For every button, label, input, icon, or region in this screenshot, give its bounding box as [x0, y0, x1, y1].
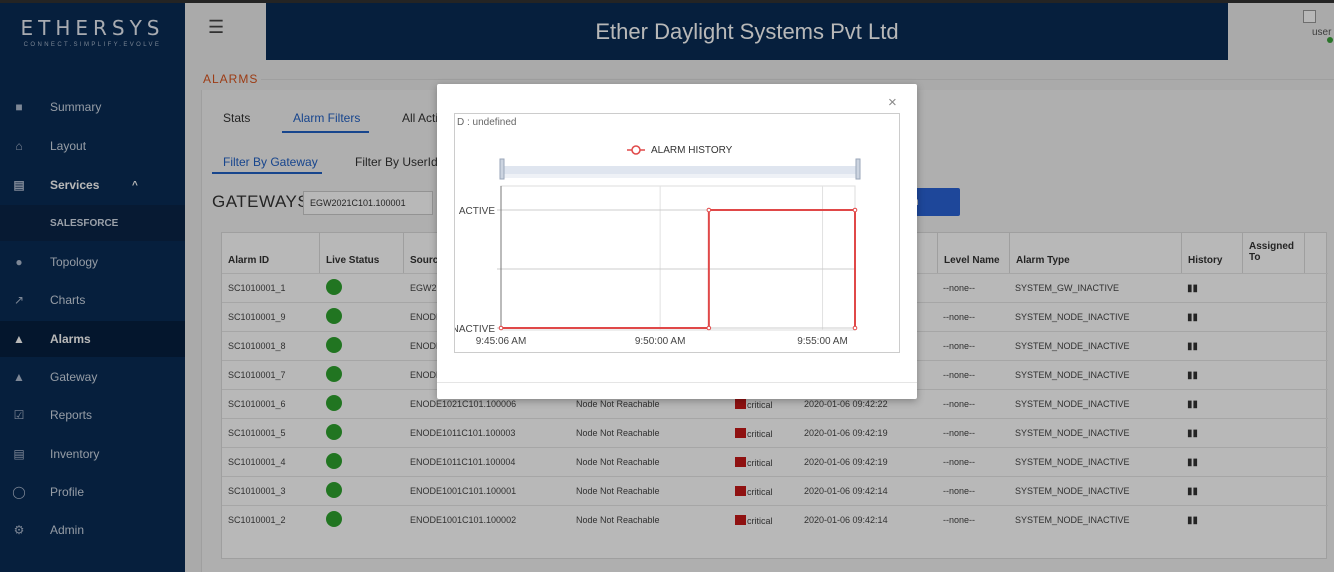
legend-marker [631, 145, 641, 155]
zoom-handle-right[interactable] [855, 158, 861, 180]
y-tick-label: ACTIVE [459, 206, 495, 217]
x-tick-label: 9:45:06 AM [476, 336, 527, 347]
chart-container: D : undefined ALARM HISTORY 9:45:06 AM 9:5… [449, 113, 900, 353]
x-tick-label: 9:50:00 AM [635, 336, 686, 347]
x-tick-label: 9:55:00 AM [797, 336, 848, 347]
zoom-handle-left[interactable] [499, 158, 505, 180]
close-icon[interactable]: × [888, 94, 897, 111]
modal-footer-divider [437, 382, 917, 383]
plot-area [500, 185, 856, 331]
data-point [498, 325, 504, 331]
app-window: ETHERSYS CONNECT.SIMPLIFY.EVOLVE ☰ Ether… [0, 0, 1334, 572]
zoom-track-shadow [503, 174, 859, 178]
data-point [706, 325, 712, 331]
chart-header-text: D : undefined [457, 117, 517, 128]
alarm-history-chart: D : undefined ALARM HISTORY 9:45:06 AM 9:5… [449, 117, 861, 347]
alarm-history-modal: × D : undefined ALARM HISTORY 9:45:06 AM 9… [437, 84, 917, 399]
data-point [706, 207, 712, 213]
y-tick-label: INACTIVE [455, 324, 495, 335]
data-point [852, 207, 858, 213]
data-point [852, 325, 858, 331]
zoom-track [503, 166, 859, 174]
legend-label: ALARM HISTORY [651, 145, 733, 156]
